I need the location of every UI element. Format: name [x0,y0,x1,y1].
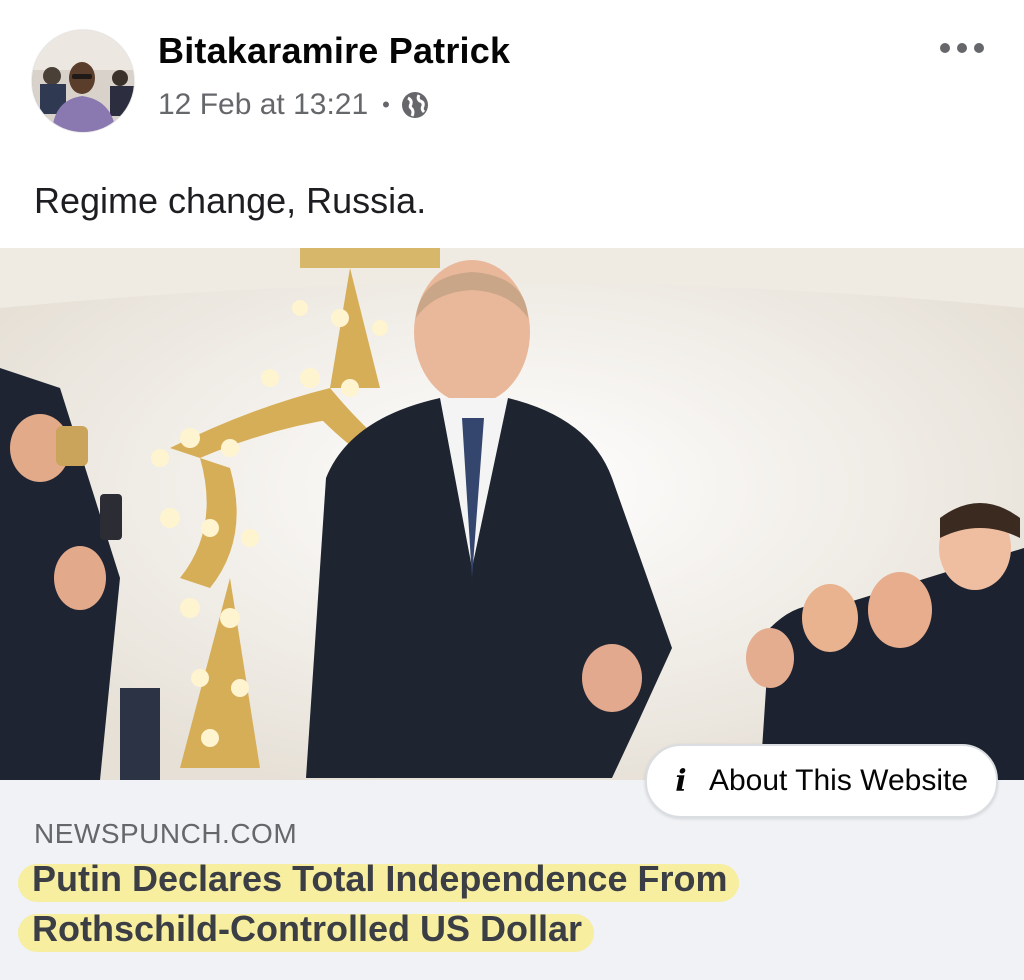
post-header: Bitakaramire Patrick 12 Feb at 13:21 • [0,0,1024,150]
avatar[interactable] [32,30,134,132]
highlight-mark-2: Rothschild-Controlled US Dollar [17,904,595,954]
headline-line-1: Putin Declares Total Independence From [32,858,728,899]
meta-separator: • [382,92,390,117]
more-options-icon[interactable] [940,38,984,58]
post-meta: 12 Feb at 13:21 • [158,88,430,122]
post-timestamp[interactable]: 12 Feb at 13:21 [158,88,368,122]
author-name[interactable]: Bitakaramire Patrick [158,30,510,72]
info-icon: i [675,763,687,799]
about-website-button[interactable]: i About This Website [644,744,998,818]
highlight-mark-1: Putin Declares Total Independence From [17,854,740,904]
link-domain: NEWSPUNCH.COM [34,818,298,849]
link-preview-image[interactable] [0,248,1024,780]
headline-line-2: Rothschild-Controlled US Dollar [32,908,583,949]
post-text: Regime change, Russia. [34,180,427,221]
link-headline[interactable]: Putin Declares Total Independence From R… [17,854,892,954]
about-website-label: About This Website [708,764,968,797]
globe-icon [401,92,428,118]
